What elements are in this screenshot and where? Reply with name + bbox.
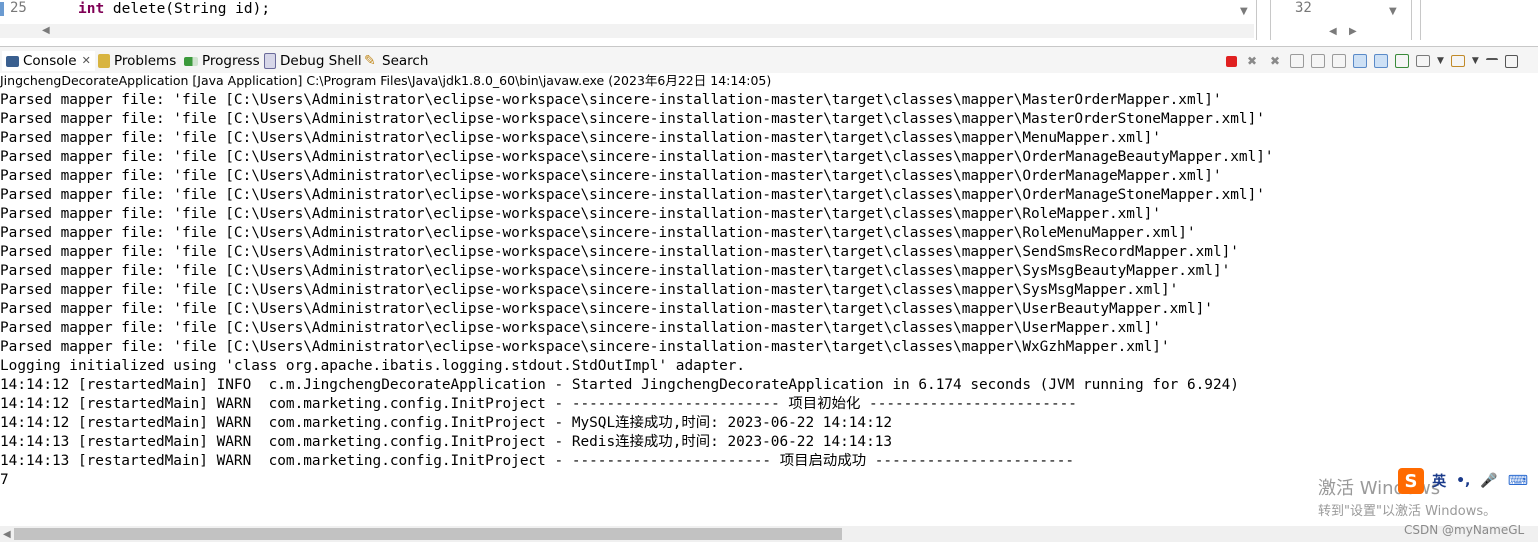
editor-horizontal-scrollbar[interactable]: ◀ — [0, 24, 1254, 38]
console-horizontal-scrollbar[interactable]: ◀ — [0, 526, 1538, 542]
tab-search[interactable]: ✎ Search — [364, 51, 428, 71]
maximize-icon[interactable] — [1504, 54, 1518, 68]
debug-shell-icon — [264, 53, 276, 69]
scrollbar-thumb[interactable] — [14, 528, 842, 540]
remove-launch-icon[interactable]: ✖ — [1244, 53, 1260, 69]
chevron-down-icon[interactable]: ▼ — [1472, 56, 1479, 66]
side-editor[interactable]: 32 ▼ ◀ ▶ — [1270, 0, 1412, 40]
scroll-down-icon[interactable]: ▼ — [1240, 6, 1248, 17]
show-on-stdout-icon[interactable] — [1353, 54, 1367, 68]
console-icon — [6, 55, 19, 67]
remove-all-launches-icon[interactable]: ✖ — [1267, 53, 1283, 69]
close-icon[interactable]: ✕ — [82, 51, 91, 71]
console-line: Parsed mapper file: 'file [C:\Users\Admi… — [0, 206, 1161, 222]
launch-description: JingchengDecorateApplication [Java Appli… — [0, 73, 772, 88]
scroll-left-icon[interactable]: ◀ — [42, 25, 50, 36]
ime-toolbar: S 英 •, 🎤 ⌨ — [1398, 466, 1538, 496]
ime-language-toggle[interactable]: 英 — [1432, 471, 1446, 491]
console-line: Parsed mapper file: 'file [C:\Users\Admi… — [0, 149, 1274, 165]
tab-console[interactable]: Console ✕ — [2, 51, 95, 71]
console-line: Parsed mapper file: 'file [C:\Users\Admi… — [0, 225, 1196, 241]
tab-label: Search — [382, 53, 429, 69]
console-line: Parsed mapper file: 'file [C:\Users\Admi… — [0, 168, 1222, 184]
gutter-change-marker — [0, 2, 4, 16]
windows-activation-hint: 转到"设置"以激活 Windows。 — [1318, 504, 1497, 519]
console-line: Parsed mapper file: 'file [C:\Users\Admi… — [0, 320, 1161, 336]
pin-console-icon[interactable] — [1395, 54, 1409, 68]
console-line: 14:14:12 [restartedMain] WARN com.market… — [0, 415, 893, 431]
progress-icon — [184, 56, 198, 66]
console-line: Parsed mapper file: 'file [C:\Users\Admi… — [0, 339, 1170, 355]
tab-label: Debug Shell — [280, 53, 362, 69]
scroll-lock-icon[interactable] — [1311, 54, 1325, 68]
terminate-icon[interactable] — [1226, 55, 1237, 67]
tab-label: Problems — [114, 53, 177, 69]
tab-progress[interactable]: Progress — [184, 51, 260, 71]
console-line: Parsed mapper file: 'file [C:\Users\Admi… — [0, 130, 1161, 146]
search-icon: ✎ — [364, 53, 376, 69]
console-line: Parsed mapper file: 'file [C:\Users\Admi… — [0, 111, 1265, 127]
console-line: Parsed mapper file: 'file [C:\Users\Admi… — [0, 263, 1231, 279]
side-line-number: 32 — [1295, 0, 1312, 16]
console-line: Parsed mapper file: 'file [C:\Users\Admi… — [0, 92, 1222, 108]
console-toolbar: ✖ ✖ ▼ ▼ — [1226, 51, 1525, 71]
tab-label: Progress — [202, 53, 260, 69]
console-line: 14:14:12 [restartedMain] INFO c.m.Jingch… — [0, 377, 1239, 393]
code-keyword: int — [78, 1, 105, 17]
console-line: Parsed mapper file: 'file [C:\Users\Admi… — [0, 301, 1213, 317]
console-output[interactable]: Parsed mapper file: 'file [C:\Users\Admi… — [0, 91, 1538, 521]
problems-icon — [98, 54, 110, 68]
tab-problems[interactable]: Problems — [98, 51, 176, 71]
side-scroll-down-icon[interactable]: ▼ — [1389, 6, 1397, 17]
editor-strip: 25 int delete(String id); ▼ ◀ 32 ▼ ◀ ▶ — [0, 0, 1538, 40]
sogou-ime-icon[interactable]: S — [1398, 468, 1425, 494]
side-scroll-right-icon[interactable]: ▶ — [1349, 26, 1357, 37]
word-wrap-icon[interactable] — [1332, 54, 1346, 68]
console-line: 7 — [0, 472, 9, 488]
chevron-down-icon[interactable]: ▼ — [1437, 56, 1444, 66]
tab-debug-shell[interactable]: Debug Shell — [264, 51, 362, 71]
display-console-icon[interactable] — [1416, 55, 1430, 67]
side-scroll-left-icon[interactable]: ◀ — [1329, 26, 1337, 37]
clear-console-icon[interactable] — [1290, 54, 1304, 68]
line-number: 25 — [10, 0, 27, 16]
minimize-icon[interactable] — [1485, 58, 1498, 64]
console-line: 14:14:13 [restartedMain] WARN com.market… — [0, 453, 1075, 469]
view-tab-bar: Console ✕ Problems Progress Debug Shell … — [0, 46, 1538, 73]
outline-panel — [1420, 0, 1538, 40]
console-line: Parsed mapper file: 'file [C:\Users\Admi… — [0, 244, 1239, 260]
open-console-icon[interactable] — [1450, 55, 1465, 67]
console-line: Parsed mapper file: 'file [C:\Users\Admi… — [0, 282, 1179, 298]
code-line[interactable]: int delete(String id); — [78, 0, 270, 18]
csdn-credit: CSDN @myNameGL — [1404, 523, 1525, 537]
scroll-left-icon[interactable]: ◀ — [3, 529, 11, 540]
show-on-stderr-icon[interactable] — [1374, 54, 1388, 68]
code-editor[interactable]: 25 int delete(String id); ▼ ◀ — [0, 0, 1257, 40]
console-line: 14:14:12 [restartedMain] WARN com.market… — [0, 396, 1077, 412]
tab-label: Console — [23, 53, 77, 69]
console-line: Parsed mapper file: 'file [C:\Users\Admi… — [0, 187, 1265, 203]
keyboard-icon[interactable]: ⌨ — [1508, 473, 1528, 489]
console-line: 14:14:13 [restartedMain] WARN com.market… — [0, 434, 893, 450]
microphone-icon[interactable]: 🎤 — [1480, 473, 1497, 489]
ime-punctuation-toggle[interactable]: •, — [1456, 473, 1470, 489]
console-line: Logging initialized using 'class org.apa… — [0, 358, 746, 374]
code-text: delete(String id); — [104, 1, 271, 17]
